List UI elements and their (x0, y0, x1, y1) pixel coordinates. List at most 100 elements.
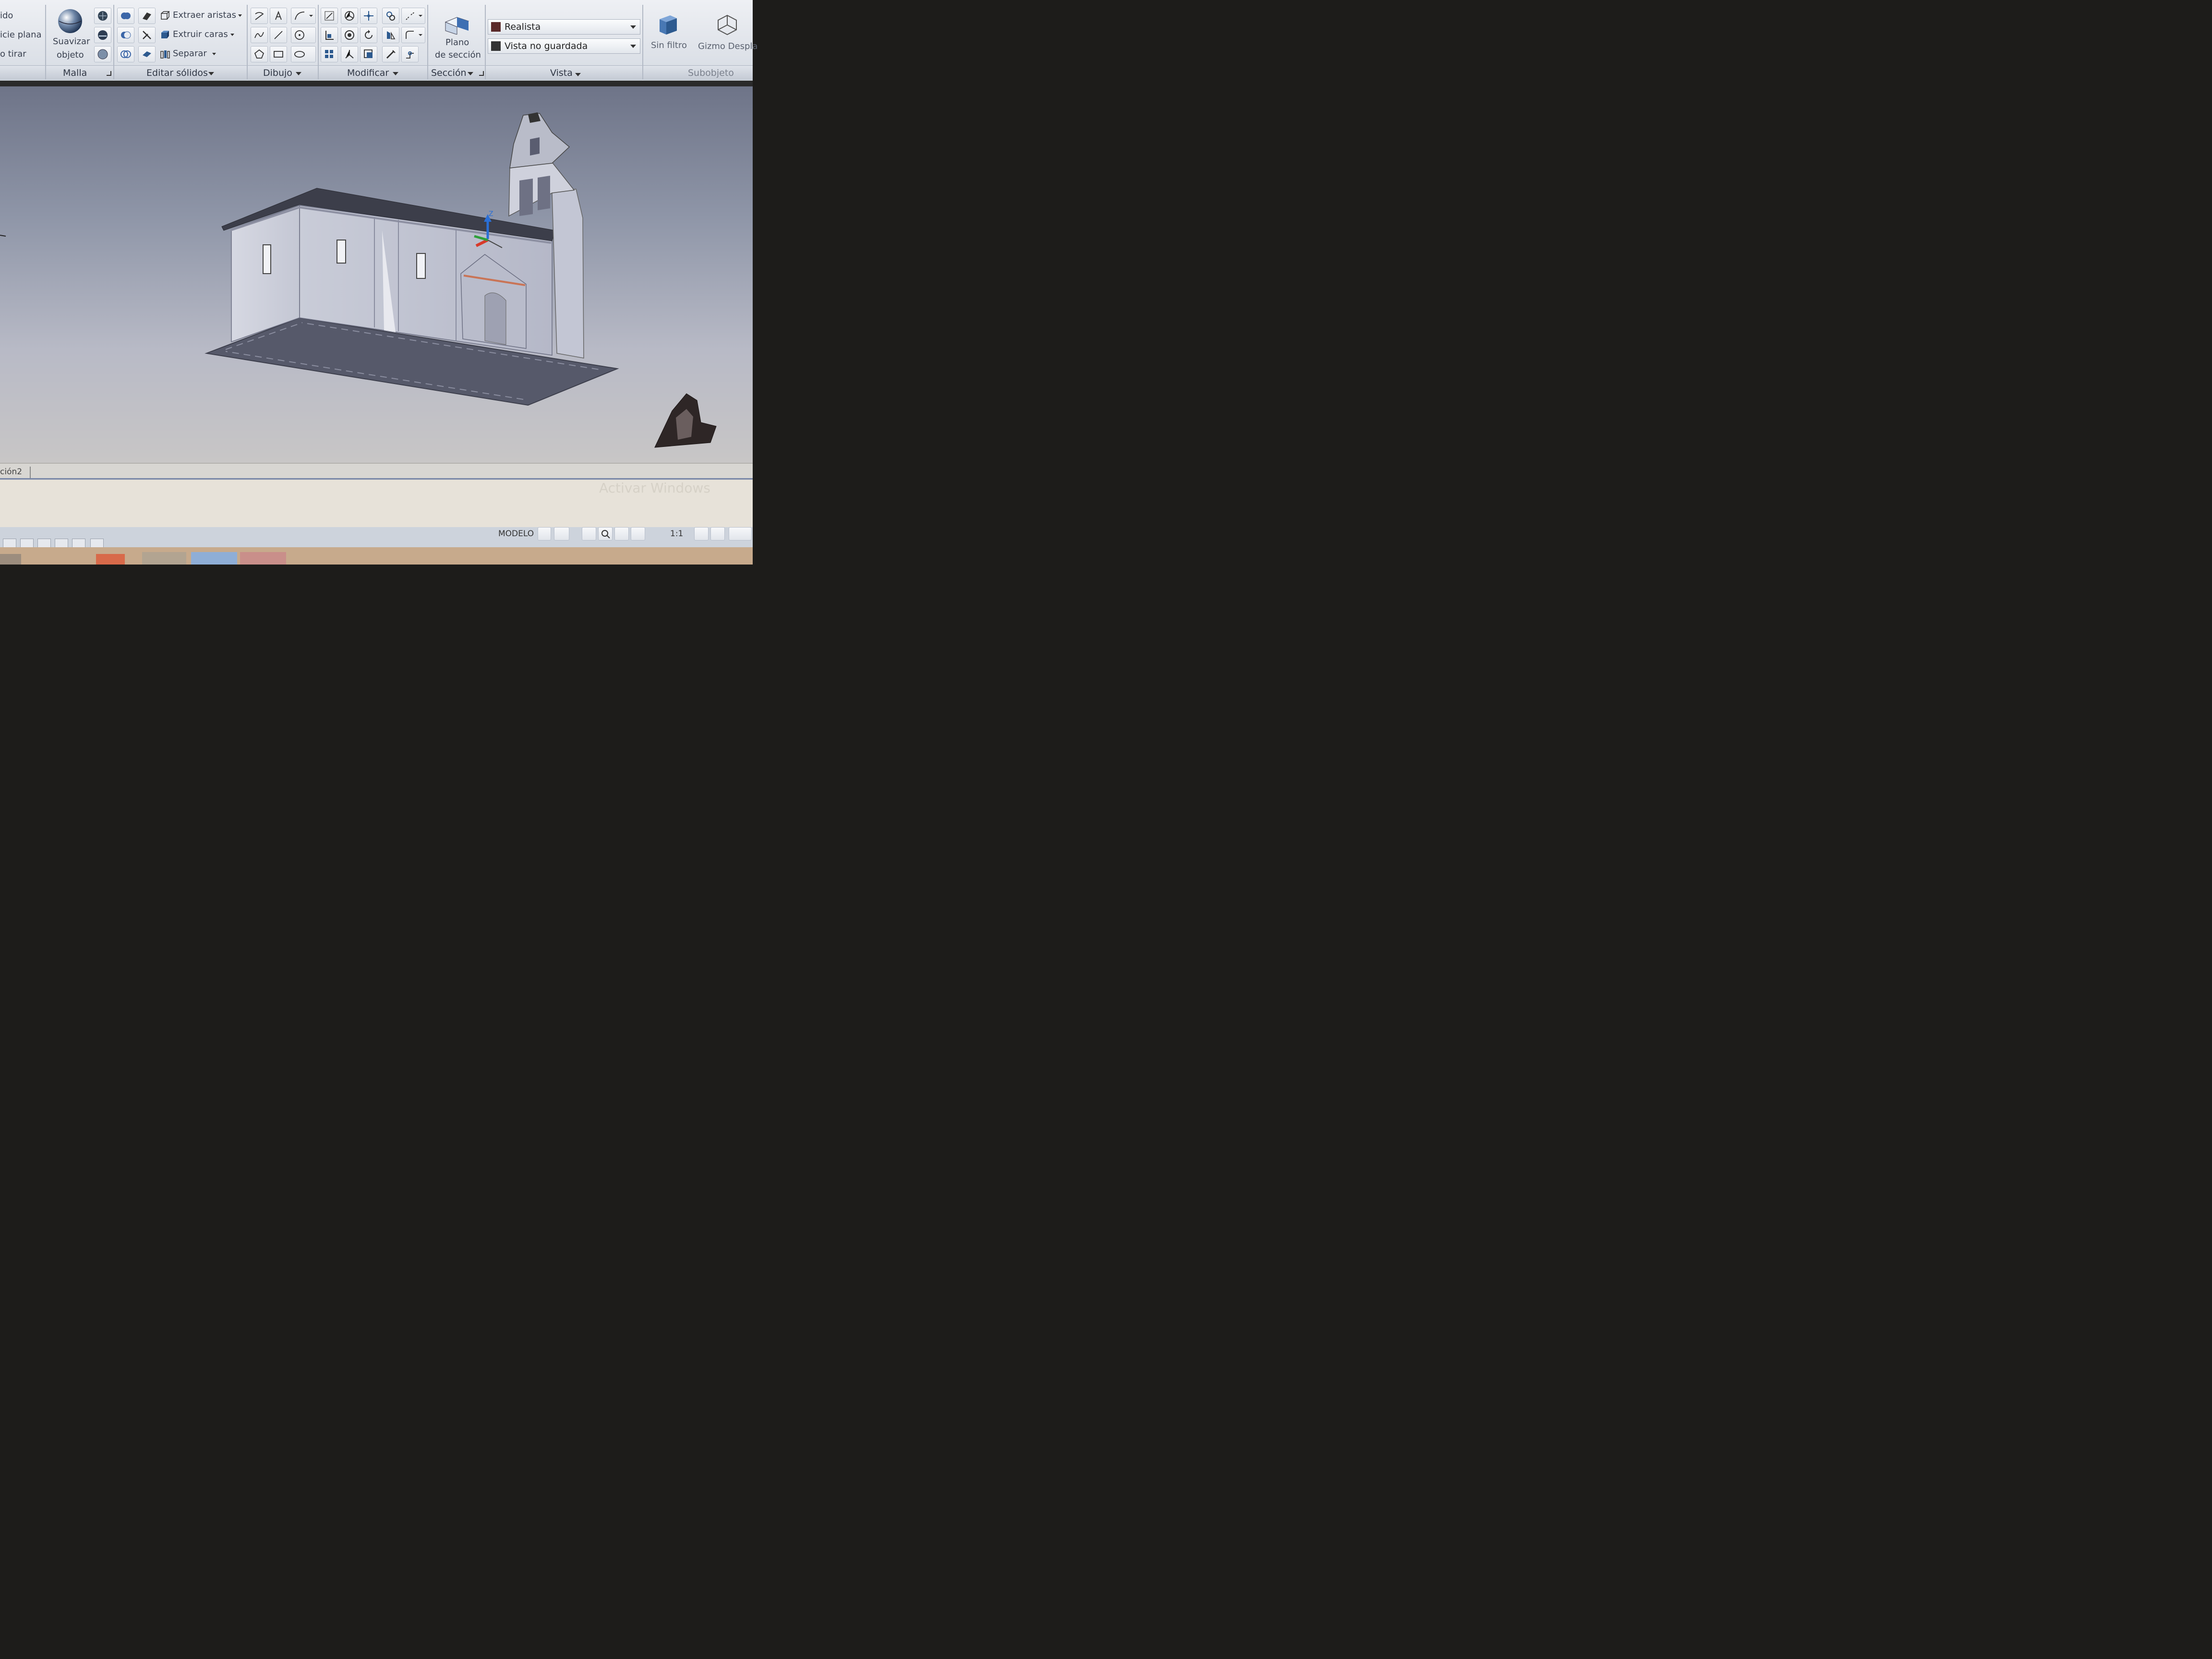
break-icon (406, 12, 422, 20)
command-window[interactable]: Activar Windows (0, 480, 753, 527)
draw-polygon-button[interactable] (251, 46, 268, 62)
draw-line-button[interactable] (270, 27, 287, 43)
drawing-viewport[interactable]: Z (0, 86, 753, 463)
named-view-value: Vista no guardada (505, 41, 588, 51)
annotation-scale-button[interactable]: 1:1 (656, 527, 691, 541)
viewcube-icon[interactable] (654, 393, 717, 448)
mod-mirror-button[interactable] (382, 27, 399, 43)
filter-cube-icon (660, 15, 677, 35)
workspace-button[interactable] (729, 527, 752, 541)
layout-tab-bar: ción2 (0, 463, 753, 481)
separate-button[interactable]: Separar (158, 47, 245, 61)
taskbar-app-icon[interactable] (240, 552, 286, 565)
mod-3dmove-button[interactable] (341, 8, 358, 24)
interfere-button[interactable] (138, 27, 156, 43)
mod-break-button[interactable] (401, 8, 425, 24)
chevron-down-icon (230, 34, 234, 36)
mesh-refine-button[interactable] (94, 8, 111, 24)
mesh-crease-button[interactable] (94, 27, 111, 43)
draw-spline-button[interactable] (251, 27, 268, 43)
gizmo-label: Gizmo Despla (698, 41, 758, 51)
ribbon-left-item-1[interactable]: ido (0, 11, 13, 21)
ribbon-left-item-2[interactable]: icie plana (0, 30, 42, 40)
mod-stretch-button[interactable] (401, 46, 419, 62)
array-icon (325, 50, 333, 58)
rectangle-icon (274, 51, 283, 58)
dialog-launcher-icon[interactable] (107, 71, 111, 76)
mod-offset-button[interactable] (360, 46, 377, 62)
mod-fillet-button[interactable] (401, 27, 425, 43)
mod-3dalign-button[interactable] (341, 46, 358, 62)
view-panel-title: Vista (550, 68, 573, 78)
circle-icon (295, 30, 304, 40)
draw-ellipse-button[interactable] (291, 46, 316, 62)
layout-tab[interactable]: ción2 (0, 467, 31, 478)
named-view-dropdown[interactable]: Vista no guardada (488, 38, 640, 54)
slice-button[interactable] (138, 8, 156, 24)
visual-style-dropdown[interactable]: Realista (488, 19, 640, 35)
section-plane-label-2: de sección (435, 50, 481, 60)
model-space-button[interactable]: MODELO (495, 527, 536, 541)
layout-grid-button[interactable] (538, 527, 551, 541)
mod-scale-button[interactable] (321, 8, 338, 24)
layout-viewports-button[interactable] (554, 527, 569, 541)
filter-button[interactable]: Sin filtro (646, 10, 691, 62)
pan-button[interactable] (582, 527, 596, 541)
draw-revolve-button[interactable] (270, 8, 287, 24)
taskbar-app-icon[interactable] (96, 554, 125, 565)
mod-rotate-button[interactable] (360, 27, 377, 43)
chevron-down-icon (208, 72, 214, 75)
extrude-faces-button[interactable]: Extruir caras (158, 28, 245, 42)
auto-scale-button[interactable] (710, 527, 725, 541)
extrude-faces-icon (161, 31, 169, 38)
mesh-crease-icon (98, 30, 108, 40)
visual-style-swatch-icon (491, 22, 501, 32)
section-panel-title: Sección (431, 68, 467, 78)
taskbar-app-icon[interactable] (142, 552, 186, 565)
mod-move-button[interactable] (360, 8, 377, 24)
taskbar-app-icon[interactable] (0, 554, 21, 565)
mesh-panel-title: Malla (63, 68, 87, 78)
mod-align-button[interactable] (321, 27, 338, 43)
tab-divider (0, 478, 753, 480)
thicken-icon (143, 51, 151, 57)
fillet-icon (406, 31, 422, 39)
union-button[interactable] (117, 8, 134, 24)
section-plane-button[interactable]: Plano de sección (431, 8, 484, 63)
move3d-icon (345, 11, 354, 21)
extract-edges-button[interactable]: Extraer aristas (158, 9, 245, 23)
gizmo-move-icon (718, 14, 737, 36)
rotate-icon (365, 30, 373, 39)
mesh-uncrease-button[interactable] (94, 46, 111, 62)
mod-rotate3d-button[interactable] (341, 27, 358, 43)
thicken-button[interactable] (138, 46, 156, 62)
steering-wheel-button[interactable] (614, 527, 629, 541)
subtract-button[interactable] (117, 27, 134, 43)
ribbon-shadow (0, 81, 753, 86)
slice-icon (143, 12, 151, 20)
taskbar-app-icon[interactable] (191, 552, 237, 565)
mod-array-button[interactable] (321, 46, 338, 62)
mod-trim-button[interactable] (382, 46, 399, 62)
showmotion-button[interactable] (631, 527, 645, 541)
smooth-label-line2: objeto (57, 50, 84, 60)
draw-rectangle-button[interactable] (270, 46, 287, 62)
offset-icon (364, 49, 373, 58)
dialog-launcher-icon[interactable] (479, 71, 484, 76)
draw-circle-button[interactable] (291, 27, 316, 43)
smooth-object-button[interactable]: Suavizar objeto (48, 7, 92, 63)
subtract-icon (121, 31, 131, 39)
draw-helix-button[interactable] (251, 8, 268, 24)
helix-icon (255, 12, 264, 20)
ribbon-left-item-3[interactable]: o tirar (0, 49, 26, 59)
zoom-button[interactable] (598, 527, 613, 541)
gizmo-button[interactable]: Gizmo Despla (695, 10, 757, 62)
mod-copy-button[interactable] (382, 8, 399, 24)
intersect-button[interactable] (117, 46, 134, 62)
windows-taskbar (0, 547, 753, 565)
draw-arc-button[interactable] (291, 8, 316, 24)
smooth-label-line1: Suavizar (53, 36, 90, 47)
annotation-visibility-button[interactable] (694, 527, 709, 541)
extract-edges-icon (161, 11, 170, 20)
chevron-down-icon (393, 72, 398, 75)
